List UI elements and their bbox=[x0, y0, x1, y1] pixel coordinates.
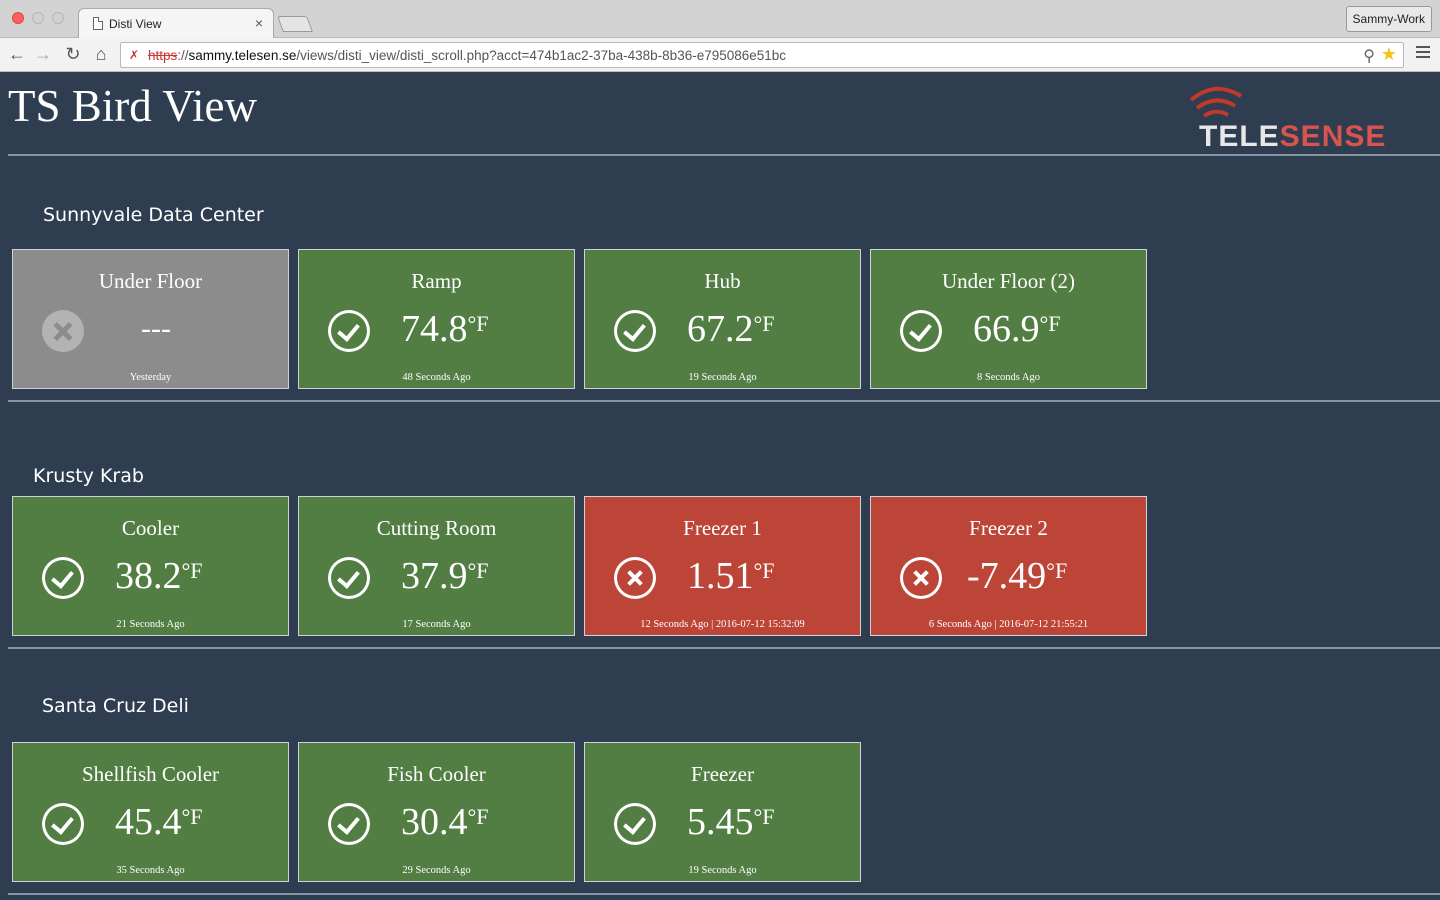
sensor-name: Freezer 2 bbox=[969, 516, 1048, 540]
group-divider bbox=[8, 400, 1440, 402]
last-updated: 48 Seconds Ago bbox=[402, 372, 471, 383]
sensor-name: Hub bbox=[704, 269, 741, 293]
alarm-x-icon bbox=[614, 557, 656, 599]
sensor-name: Ramp bbox=[411, 269, 462, 293]
offline-icon bbox=[42, 310, 84, 352]
sensor-name: Freezer 1 bbox=[683, 516, 762, 540]
sensor-reading: 74.8°F bbox=[401, 308, 489, 350]
last-updated: 17 Seconds Ago bbox=[402, 619, 471, 630]
group-title: Sunnyvale Data Center bbox=[43, 204, 264, 226]
last-updated: Yesterday bbox=[129, 372, 172, 383]
address-bar[interactable]: ✗ https://sammy.telesen.se/views/disti_v… bbox=[120, 42, 1404, 68]
group-divider bbox=[8, 893, 1440, 895]
insecure-lock-icon[interactable]: ✗ bbox=[129, 48, 143, 62]
sensor-reading: 66.9°F bbox=[973, 308, 1061, 350]
sensor-card[interactable]: Cutting Room 37.9°F 17 Seconds Ago bbox=[298, 496, 575, 636]
check-icon bbox=[328, 310, 370, 352]
sensor-reading: 38.2°F bbox=[115, 555, 203, 597]
home-icon[interactable]: ⌂ bbox=[90, 43, 112, 65]
check-icon bbox=[328, 803, 370, 845]
header-divider bbox=[8, 154, 1440, 156]
back-arrow-icon[interactable]: ← bbox=[6, 43, 28, 65]
sensor-card[interactable]: Under Floor --- Yesterday bbox=[12, 249, 289, 389]
sensor-card[interactable]: Cooler 38.2°F 21 Seconds Ago bbox=[12, 496, 289, 636]
browser-menu-icon[interactable] bbox=[1416, 46, 1430, 60]
sensor-card[interactable]: Shellfish Cooler 45.4°F 35 Seconds Ago bbox=[12, 742, 289, 882]
tab-close-icon[interactable]: × bbox=[255, 15, 263, 31]
check-icon bbox=[614, 310, 656, 352]
check-icon bbox=[614, 803, 656, 845]
sensor-reading: 37.9°F bbox=[401, 555, 489, 597]
check-icon bbox=[328, 557, 370, 599]
sensor-name: Fish Cooler bbox=[387, 762, 486, 786]
sensor-reading: 5.45°F bbox=[687, 801, 775, 843]
alarm-x-icon bbox=[900, 557, 942, 599]
check-icon bbox=[900, 310, 942, 352]
sensor-card[interactable]: Freezer 1 1.51°F 12 Seconds Ago | 2016-0… bbox=[584, 496, 861, 636]
sensor-reading: 67.2°F bbox=[687, 308, 775, 350]
sensor-name: Under Floor bbox=[98, 269, 203, 293]
sensor-card[interactable]: Freezer 5.45°F 19 Seconds Ago bbox=[584, 742, 861, 882]
page-content: TS Bird View TELESENSE Sunnyvale Data Ce… bbox=[0, 72, 1440, 900]
group-divider bbox=[8, 647, 1440, 649]
group-title: Santa Cruz Deli bbox=[42, 695, 189, 717]
sensor-name: Cutting Room bbox=[376, 516, 497, 540]
sensor-reading: 30.4°F bbox=[401, 801, 489, 843]
sensor-name: Freezer bbox=[691, 762, 754, 786]
browser-titlebar: Disti View × Sammy-Work bbox=[0, 0, 1440, 38]
bookmark-star-icon[interactable]: ★ bbox=[1381, 44, 1397, 65]
zoom-window-button[interactable] bbox=[52, 12, 64, 24]
sensor-card[interactable]: Ramp 74.8°F 48 Seconds Ago bbox=[298, 249, 575, 389]
sensor-card[interactable]: Under Floor (2) 66.9°F 8 Seconds Ago bbox=[870, 249, 1147, 389]
last-updated: 35 Seconds Ago bbox=[116, 865, 185, 876]
sensor-card[interactable]: Fish Cooler 30.4°F 29 Seconds Ago bbox=[298, 742, 575, 882]
minimize-window-button[interactable] bbox=[32, 12, 44, 24]
zoom-search-icon[interactable]: ⚲ bbox=[1363, 46, 1375, 66]
sensor-reading: 45.4°F bbox=[115, 801, 203, 843]
logo-wordmark: TELESENSE bbox=[1199, 120, 1387, 153]
reload-icon[interactable]: ↻ bbox=[62, 43, 84, 65]
sensor-reading: --- bbox=[141, 312, 171, 345]
profile-button[interactable]: Sammy-Work bbox=[1345, 6, 1432, 32]
sensor-reading: -7.49°F bbox=[967, 555, 1068, 597]
last-updated: 6 Seconds Ago | 2016-07-12 21:55:21 bbox=[928, 619, 1089, 630]
group-title: Krusty Krab bbox=[33, 465, 144, 487]
check-icon bbox=[42, 803, 84, 845]
sensor-name: Cooler bbox=[121, 516, 180, 540]
last-updated: 19 Seconds Ago bbox=[688, 865, 757, 876]
telesense-logo: TELESENSE bbox=[1185, 82, 1435, 153]
check-icon bbox=[42, 557, 84, 599]
sensor-card[interactable]: Hub 67.2°F 19 Seconds Ago bbox=[584, 249, 861, 389]
browser-toolbar: ← → ↻ ⌂ ✗ https://sammy.telesen.se/views… bbox=[0, 38, 1440, 72]
url-text[interactable]: https://sammy.telesen.se/views/disti_vie… bbox=[148, 48, 786, 63]
sensor-card[interactable]: Freezer 2 -7.49°F 6 Seconds Ago | 2016-0… bbox=[870, 496, 1147, 636]
sensor-name: Under Floor (2) bbox=[942, 269, 1075, 293]
page-icon bbox=[93, 17, 103, 30]
last-updated: 19 Seconds Ago bbox=[688, 372, 757, 383]
last-updated: 12 Seconds Ago | 2016-07-12 15:32:09 bbox=[640, 619, 805, 630]
last-updated: 8 Seconds Ago bbox=[977, 372, 1040, 383]
sensor-reading: 1.51°F bbox=[687, 555, 775, 597]
sensor-name: Shellfish Cooler bbox=[81, 762, 220, 786]
last-updated: 21 Seconds Ago bbox=[116, 619, 185, 630]
last-updated: 29 Seconds Ago bbox=[402, 865, 471, 876]
page-title: TS Bird View bbox=[8, 81, 257, 131]
close-window-button[interactable] bbox=[12, 12, 24, 24]
forward-arrow-icon[interactable]: → bbox=[32, 43, 54, 65]
tab-title: Disti View bbox=[109, 17, 162, 31]
new-tab-button[interactable] bbox=[277, 16, 313, 32]
browser-tab[interactable]: Disti View × bbox=[78, 8, 274, 38]
